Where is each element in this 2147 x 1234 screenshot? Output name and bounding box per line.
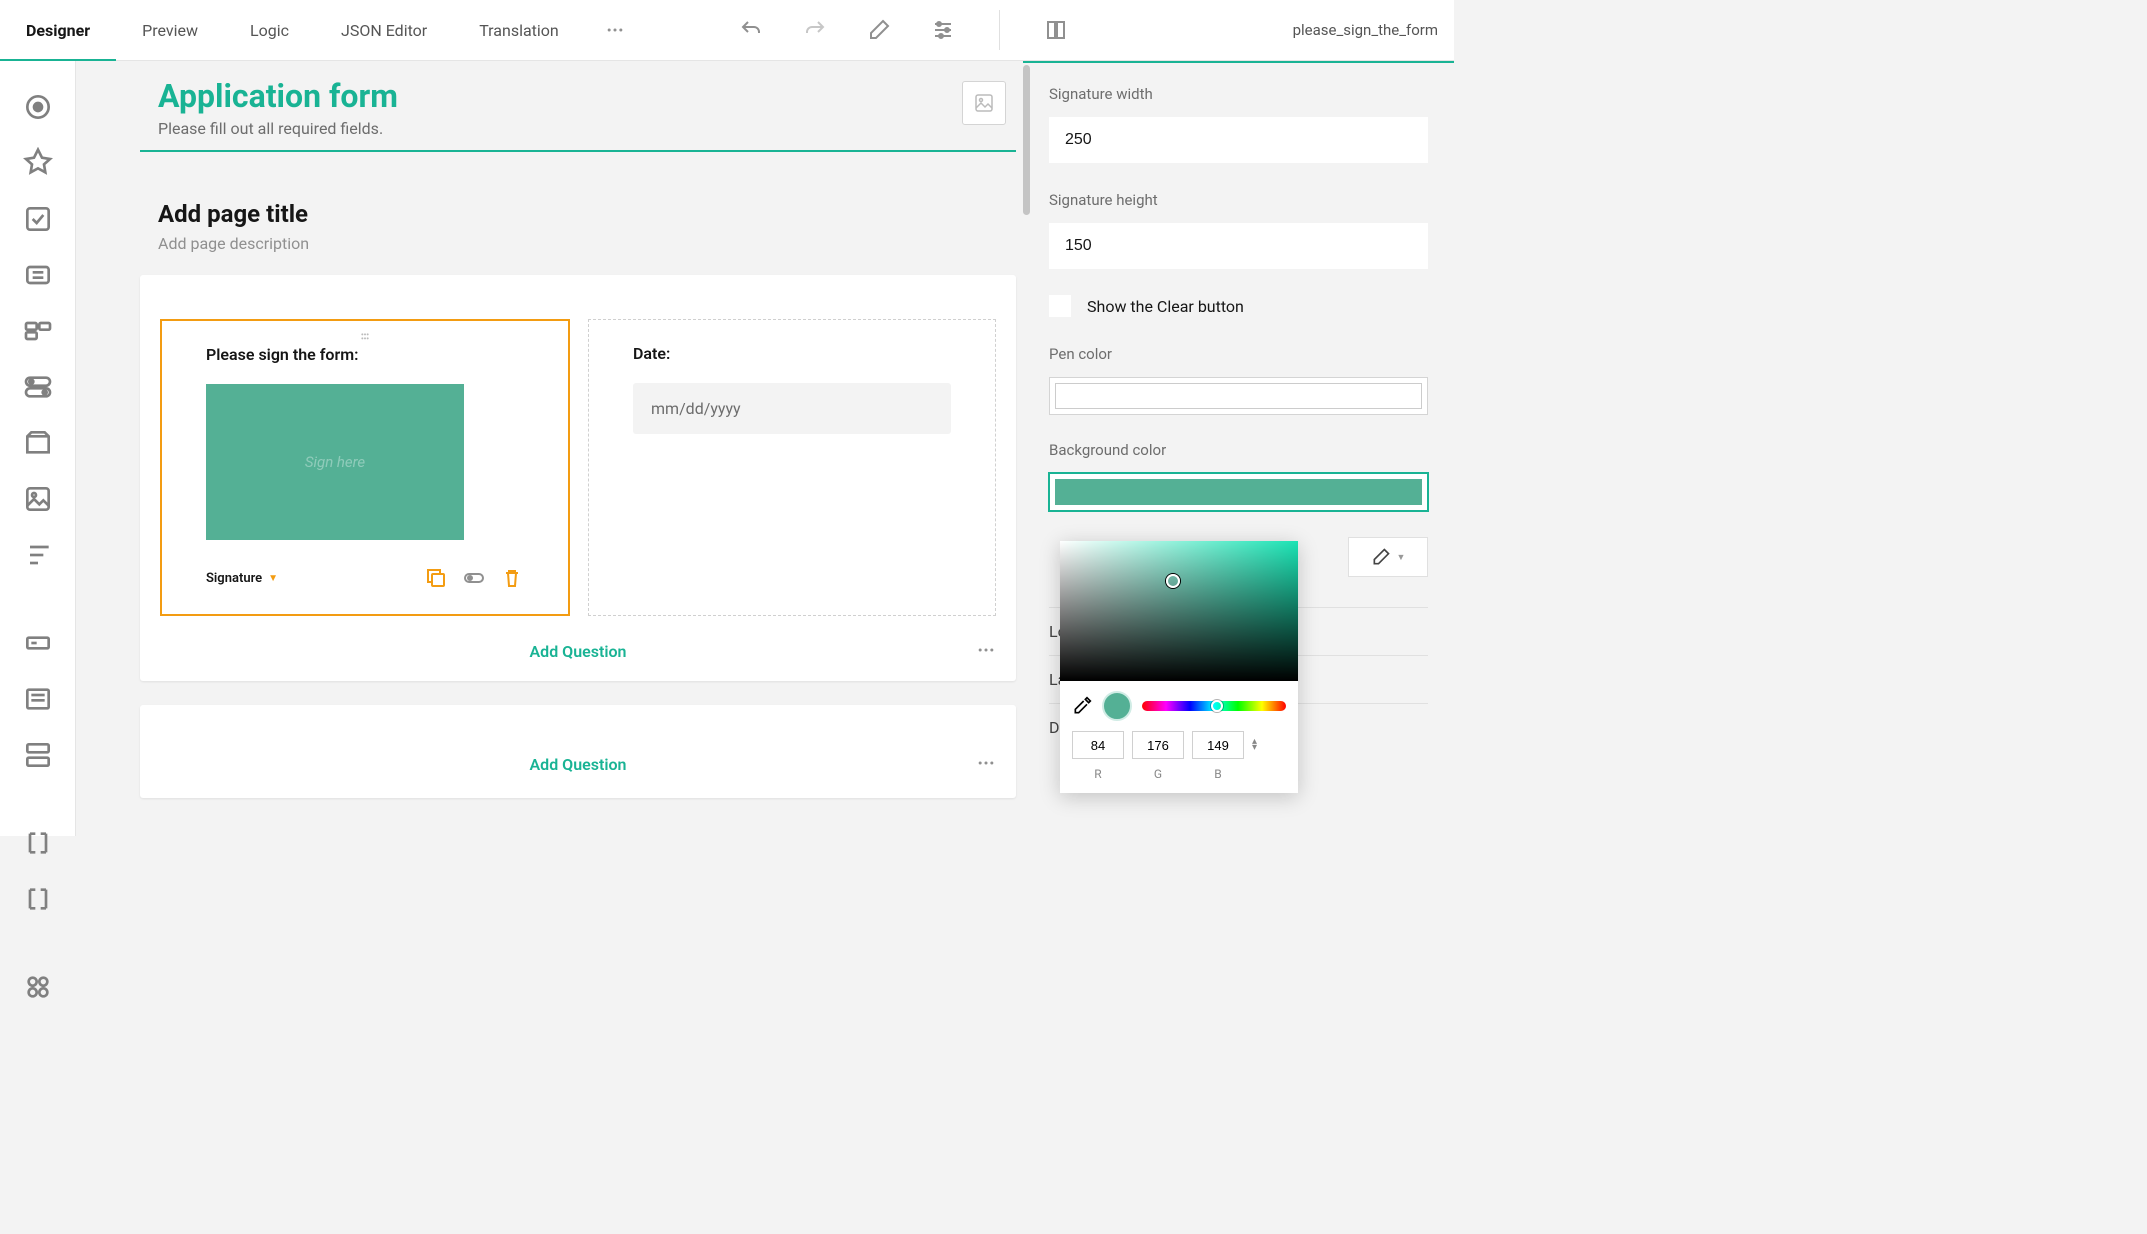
top-nav: Designer Preview Logic JSON Editor Trans… — [0, 0, 1454, 61]
panel-more-icon[interactable] — [976, 640, 996, 664]
tool-ranking-icon[interactable] — [22, 539, 54, 571]
survey-title[interactable]: Application form — [158, 77, 998, 115]
survey-description[interactable]: Please fill out all required fields. — [158, 119, 998, 138]
tool-singleinput-icon[interactable] — [22, 627, 54, 659]
color-mode-stepper[interactable]: ▴▾ — [1252, 739, 1262, 751]
signature-width-input[interactable] — [1049, 117, 1428, 163]
eraser-icon[interactable] — [867, 18, 891, 42]
signature-height-input[interactable] — [1049, 223, 1428, 269]
tab-designer[interactable]: Designer — [0, 0, 116, 60]
hue-slider[interactable] — [1142, 701, 1286, 711]
question-signature[interactable]: Please sign the form: Sign here Signatur… — [160, 319, 570, 616]
settings-sliders-icon[interactable] — [931, 18, 955, 42]
scrollbar[interactable] — [1023, 65, 1030, 836]
tool-image-icon[interactable] — [22, 483, 54, 515]
prop-label-sig-height: Signature height — [1049, 191, 1428, 209]
delete-icon[interactable] — [500, 566, 524, 590]
drag-handle-icon[interactable] — [357, 329, 373, 349]
page-description-placeholder[interactable]: Add page description — [140, 234, 1016, 253]
prop-label-bg-color: Background color — [1049, 441, 1428, 459]
prop-label-pen-color: Pen color — [1049, 345, 1428, 363]
color-r-label: R — [1072, 767, 1124, 781]
tool-more-icon[interactable] — [22, 971, 54, 1003]
color-b-input[interactable] — [1192, 731, 1244, 759]
tool-rating-icon[interactable] — [22, 147, 54, 179]
tool-radiogroup-icon[interactable] — [22, 91, 54, 123]
page-title-placeholder[interactable]: Add page title — [140, 200, 1016, 228]
hue-cursor[interactable] — [1211, 700, 1223, 712]
add-question-button[interactable]: Add Question — [530, 642, 627, 661]
color-r-input[interactable] — [1072, 731, 1124, 759]
clear-format-button[interactable]: ▼ — [1348, 537, 1428, 577]
design-canvas: Application form Please fill out all req… — [76, 61, 1023, 836]
caret-down-icon: ▼ — [1397, 552, 1406, 563]
question-type-selector[interactable]: Signature ▼ — [206, 571, 278, 586]
tool-boolean-icon[interactable] — [22, 371, 54, 403]
question-date[interactable]: Date: mm/dd/yyyy — [588, 319, 996, 616]
color-field-cursor[interactable] — [1166, 574, 1180, 588]
prop-label-sig-width: Signature width — [1049, 85, 1428, 103]
tool-multipletext-icon[interactable] — [22, 739, 54, 771]
tool-paneldynamic-icon[interactable] — [22, 883, 54, 915]
tool-tagbox-icon[interactable] — [22, 315, 54, 347]
tool-dropdown-icon[interactable] — [22, 259, 54, 291]
caret-down-icon: ▼ — [268, 573, 278, 584]
required-toggle-icon[interactable] — [462, 566, 486, 590]
tool-file-icon[interactable] — [22, 427, 54, 459]
signature-pad[interactable]: Sign here — [206, 384, 464, 540]
question-title[interactable]: Date: — [633, 344, 951, 363]
more-tabs-icon[interactable] — [585, 0, 645, 60]
tab-translation[interactable]: Translation — [453, 0, 585, 60]
show-clear-label: Show the Clear button — [1087, 297, 1244, 316]
tool-comment-icon[interactable] — [22, 683, 54, 715]
panel-more-icon[interactable] — [976, 753, 996, 777]
show-clear-checkbox[interactable] — [1049, 295, 1071, 317]
new-page-panel: Add Question — [140, 705, 1016, 798]
duplicate-icon[interactable] — [424, 566, 448, 590]
add-question-button[interactable]: Add Question — [530, 755, 627, 774]
background-color-swatch[interactable] — [1049, 473, 1428, 511]
book-icon[interactable] — [1044, 18, 1068, 42]
logo-placeholder[interactable] — [962, 81, 1006, 125]
tab-preview[interactable]: Preview — [116, 0, 224, 60]
tool-checkbox-icon[interactable] — [22, 203, 54, 235]
color-b-label: B — [1192, 767, 1244, 781]
question-panel: Please sign the form: Sign here Signatur… — [140, 275, 1016, 681]
pen-color-swatch[interactable] — [1049, 377, 1428, 415]
color-field[interactable] — [1060, 541, 1298, 681]
tool-panel-icon[interactable] — [22, 827, 54, 859]
color-g-input[interactable] — [1132, 731, 1184, 759]
color-g-label: G — [1132, 767, 1184, 781]
survey-header: Application form Please fill out all req… — [140, 61, 1016, 152]
eyedropper-icon[interactable] — [1072, 696, 1092, 716]
current-color-circle — [1102, 691, 1132, 721]
undo-icon[interactable] — [739, 18, 763, 42]
tab-logic[interactable]: Logic — [224, 0, 315, 60]
color-picker-popup: ▴▾ R G B — [1060, 541, 1298, 793]
tab-json-editor[interactable]: JSON Editor — [315, 0, 453, 60]
redo-icon[interactable] — [803, 18, 827, 42]
survey-name[interactable]: please_sign_the_form — [1293, 21, 1454, 39]
toolbox — [0, 61, 76, 836]
date-input[interactable]: mm/dd/yyyy — [633, 383, 951, 434]
